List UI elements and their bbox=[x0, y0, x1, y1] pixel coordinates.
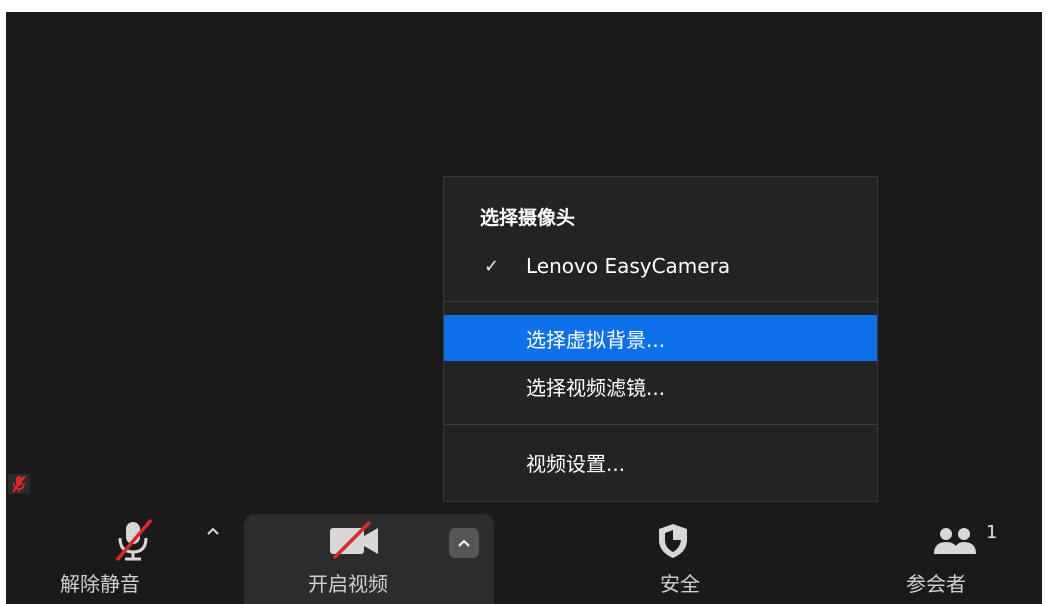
meeting-toolbar: 解除静音 开启视频 安全 1 参会者 bbox=[6, 504, 1042, 604]
participants-icon bbox=[934, 528, 976, 554]
video-options-caret[interactable] bbox=[449, 528, 479, 558]
participants-button[interactable]: 1 参会者 bbox=[866, 504, 1036, 604]
security-button[interactable]: 安全 bbox=[616, 504, 736, 604]
shield-icon bbox=[659, 524, 687, 558]
checkmark-icon: ✓ bbox=[484, 255, 500, 277]
participants-label: 参会者 bbox=[906, 572, 966, 596]
participants-count: 1 bbox=[986, 522, 998, 543]
chevron-up-icon bbox=[458, 539, 470, 547]
menu-header-select-camera: 选择摄像头 bbox=[480, 207, 576, 229]
menu-divider bbox=[444, 301, 877, 302]
menu-item-video-settings[interactable]: 视频设置... bbox=[444, 439, 877, 485]
menu-item-video-filters[interactable]: 选择视频滤镜... bbox=[444, 363, 877, 409]
menu-item-label: 视频设置... bbox=[526, 451, 626, 476]
meeting-window: 选择摄像头 ✓ Lenovo EasyCamera 选择虚拟背景... 选择视频… bbox=[6, 12, 1042, 604]
muted-mic-icon bbox=[12, 475, 26, 493]
menu-item-virtual-background[interactable]: 选择虚拟背景... bbox=[444, 315, 877, 361]
self-muted-mic-indicator bbox=[8, 474, 30, 494]
menu-item-label: 选择虚拟背景... bbox=[526, 327, 666, 352]
start-video-button[interactable]: 开启视频 bbox=[286, 504, 446, 604]
camera-options-menu: 选择摄像头 ✓ Lenovo EasyCamera 选择虚拟背景... 选择视频… bbox=[443, 176, 878, 502]
menu-divider bbox=[444, 424, 877, 425]
menu-item-label: Lenovo EasyCamera bbox=[526, 254, 731, 278]
chevron-up-icon bbox=[207, 527, 219, 535]
muted-mic-icon bbox=[115, 518, 153, 562]
start-video-label: 开启视频 bbox=[308, 572, 388, 596]
video-off-icon bbox=[330, 520, 378, 560]
audio-options-caret[interactable] bbox=[198, 516, 228, 546]
menu-item-camera-lenovo[interactable]: ✓ Lenovo EasyCamera bbox=[444, 243, 877, 289]
menu-item-label: 选择视频滤镜... bbox=[526, 375, 666, 400]
unmute-label: 解除静音 bbox=[60, 572, 140, 596]
security-label: 安全 bbox=[660, 572, 700, 596]
